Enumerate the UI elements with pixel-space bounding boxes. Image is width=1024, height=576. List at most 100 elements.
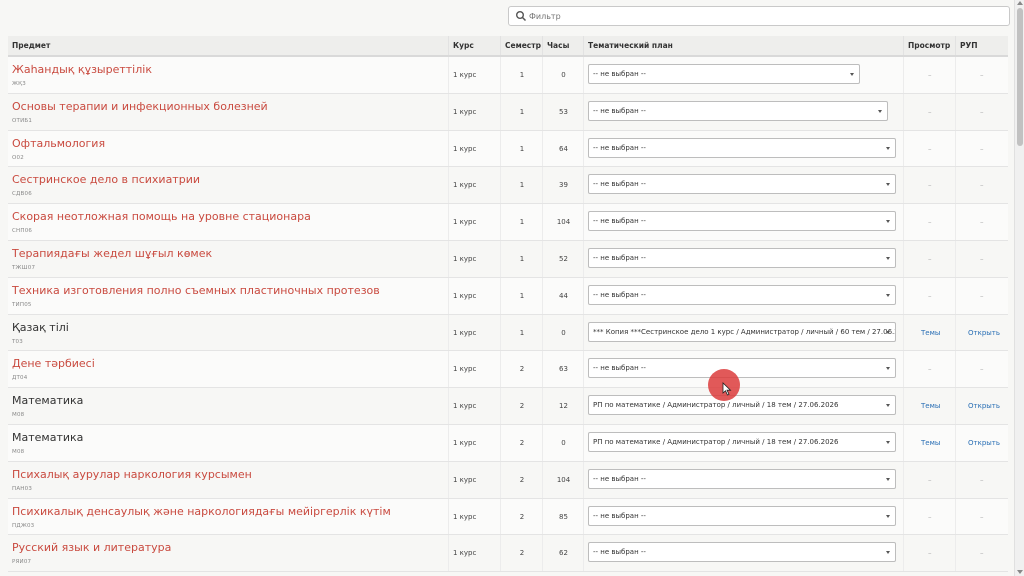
plan-selected-value: -- не выбран -- (593, 70, 646, 78)
subject-cell: Основы терапии и инфекционных болезней ОТ… (8, 93, 449, 130)
hours-cell: 104 (543, 461, 584, 498)
subject-name[interactable]: Техника изготовления полно съемных пласт… (12, 284, 380, 297)
plan-cell: -- не выбран -- (584, 351, 904, 388)
rup-cell: – (956, 131, 1008, 167)
chevron-down-icon (878, 109, 882, 113)
course-cell: 1 курс (449, 424, 501, 461)
course-cell: 1 курс (449, 57, 501, 93)
plan-select[interactable]: -- не выбран -- (588, 211, 896, 232)
rup-cell: – (956, 204, 1008, 240)
header-subject[interactable]: Предмет (8, 36, 449, 55)
plan-selected-value: -- не выбран -- (593, 548, 646, 557)
plan-selected-value: -- не выбран -- (593, 143, 646, 152)
rup-empty: – (980, 512, 984, 521)
course-value: 1 курс (453, 71, 477, 79)
subject-name[interactable]: Скорая неотложная помощь на уровне стаци… (12, 210, 311, 223)
filter-box[interactable] (508, 6, 1010, 26)
open-link[interactable]: Открыть (968, 402, 1000, 410)
subject-name[interactable]: Психалық аурулар наркология курсымен (12, 468, 252, 481)
semester-cell: 1 (501, 204, 543, 240)
subject-cell: Сестринское дело в психиатрии СДВ06 (8, 167, 449, 204)
header-semester[interactable]: Семестр (501, 36, 543, 55)
plan-select[interactable]: -- не выбран -- (588, 468, 896, 489)
view-cell: – (904, 535, 956, 572)
semester-value: 1 (519, 144, 525, 153)
plan-cell: -- не выбран -- (584, 93, 904, 130)
course-value: 1 курс (453, 328, 477, 337)
subject-name[interactable]: Дене тәрбиесі (12, 357, 95, 370)
header-course[interactable]: Курс (449, 36, 501, 55)
scrollbar-thumb[interactable] (1017, 8, 1023, 146)
semester-value: 1 (519, 328, 525, 337)
open-link[interactable]: Открыть (968, 439, 1000, 447)
scrollbar[interactable] (1014, 0, 1024, 576)
chevron-down-icon (886, 256, 890, 260)
header-rup[interactable]: РУП (956, 36, 1008, 55)
plan-select[interactable]: -- не выбран -- (588, 100, 888, 121)
view-cell: – (904, 57, 956, 93)
subject-name[interactable]: Русский язык и литература (12, 541, 171, 554)
subject-cell: Скорая неотложная помощь на уровне стаци… (8, 204, 449, 240)
hours-cell: 63 (543, 351, 584, 388)
plan-select[interactable]: РП по математике / Администратор / личны… (588, 431, 896, 452)
topics-link[interactable]: Темы (921, 329, 940, 337)
view-empty: – (928, 549, 932, 558)
hours-cell: 0 (543, 424, 584, 461)
plan-cell: -- не выбран -- (584, 167, 904, 204)
scroll-down-icon[interactable] (1017, 570, 1023, 574)
semester-cell: 2 (501, 388, 543, 424)
semester-cell: 1 (501, 240, 543, 277)
rup-empty: – (980, 254, 984, 263)
table-body: Жаһандық құзыреттілік ЖҚ3 1 курс 1 0 -- не вы… (8, 57, 1008, 573)
subject-cell: Русский язык и литература РЯИ07 (8, 535, 449, 572)
plan-select[interactable]: -- не выбран -- (588, 247, 896, 268)
subject-name: Математика (12, 430, 84, 444)
subject-name[interactable]: Основы терапии и инфекционных болезней (12, 100, 268, 113)
view-empty: – (928, 218, 932, 227)
plan-select[interactable]: -- не выбран -- (588, 174, 896, 195)
hours-cell: 44 (543, 277, 584, 314)
rup-empty: – (980, 144, 984, 153)
plan-select[interactable]: РП по математике / Администратор / личны… (588, 395, 896, 416)
header-view[interactable]: Просмотр (904, 36, 956, 55)
plan-select[interactable]: -- не выбран -- (588, 505, 896, 526)
hours-cell: 85 (543, 498, 584, 535)
subject-name[interactable]: Офтальмология (12, 137, 105, 150)
chevron-down-icon (886, 477, 890, 481)
subject-cell: Терапиядағы жедел шұғыл көмек ТЖШ07 (8, 240, 449, 277)
view-empty: – (928, 475, 932, 484)
subject-name[interactable]: Психикалық денсаулық және наркологиядағы… (12, 505, 391, 518)
subject-name[interactable]: Жаһандық құзыреттілік (12, 63, 152, 76)
topics-link[interactable]: Темы (921, 402, 940, 410)
header-hours[interactable]: Часы (543, 36, 584, 55)
header-plan[interactable]: Тематический план (584, 36, 904, 55)
subject-name[interactable]: Сестринское дело в психиатрии (12, 173, 200, 186)
filter-input[interactable] (529, 8, 999, 24)
view-empty: – (928, 291, 932, 300)
semester-value: 2 (519, 549, 525, 558)
topics-link[interactable]: Темы (921, 439, 940, 447)
plan-select[interactable]: -- не выбран -- (588, 284, 896, 305)
view-cell: – (904, 461, 956, 498)
subject-cell: Математика М08 (8, 388, 449, 424)
semester-cell: 1 (501, 277, 543, 314)
rup-empty: – (980, 107, 984, 116)
view-cell: – (904, 130, 956, 167)
scroll-up-icon[interactable] (1017, 1, 1023, 5)
plan-select[interactable]: -- не выбран -- (588, 542, 896, 563)
plan-select[interactable]: *** Копия ***Сестринское дело 1 курс / А… (588, 321, 896, 342)
subject-cell: Офтальмология О02 (8, 130, 449, 167)
chevron-down-icon (886, 514, 890, 518)
rup-empty: – (980, 181, 984, 190)
search-icon (516, 11, 527, 22)
open-link[interactable]: Открыть (968, 329, 1000, 337)
plan-select[interactable]: -- не выбран -- (588, 358, 896, 379)
plan-select[interactable]: -- не выбран -- (588, 137, 896, 158)
plan-select[interactable]: -- не выбран -- (588, 64, 860, 84)
subject-code: Т03 (12, 338, 23, 345)
course-value: 1 курс (453, 181, 477, 190)
plan-cell: -- не выбран -- (584, 461, 904, 498)
view-cell: – (904, 204, 956, 240)
subject-name[interactable]: Терапиядағы жедел шұғыл көмек (12, 247, 212, 260)
course-value: 1 курс (453, 438, 477, 447)
